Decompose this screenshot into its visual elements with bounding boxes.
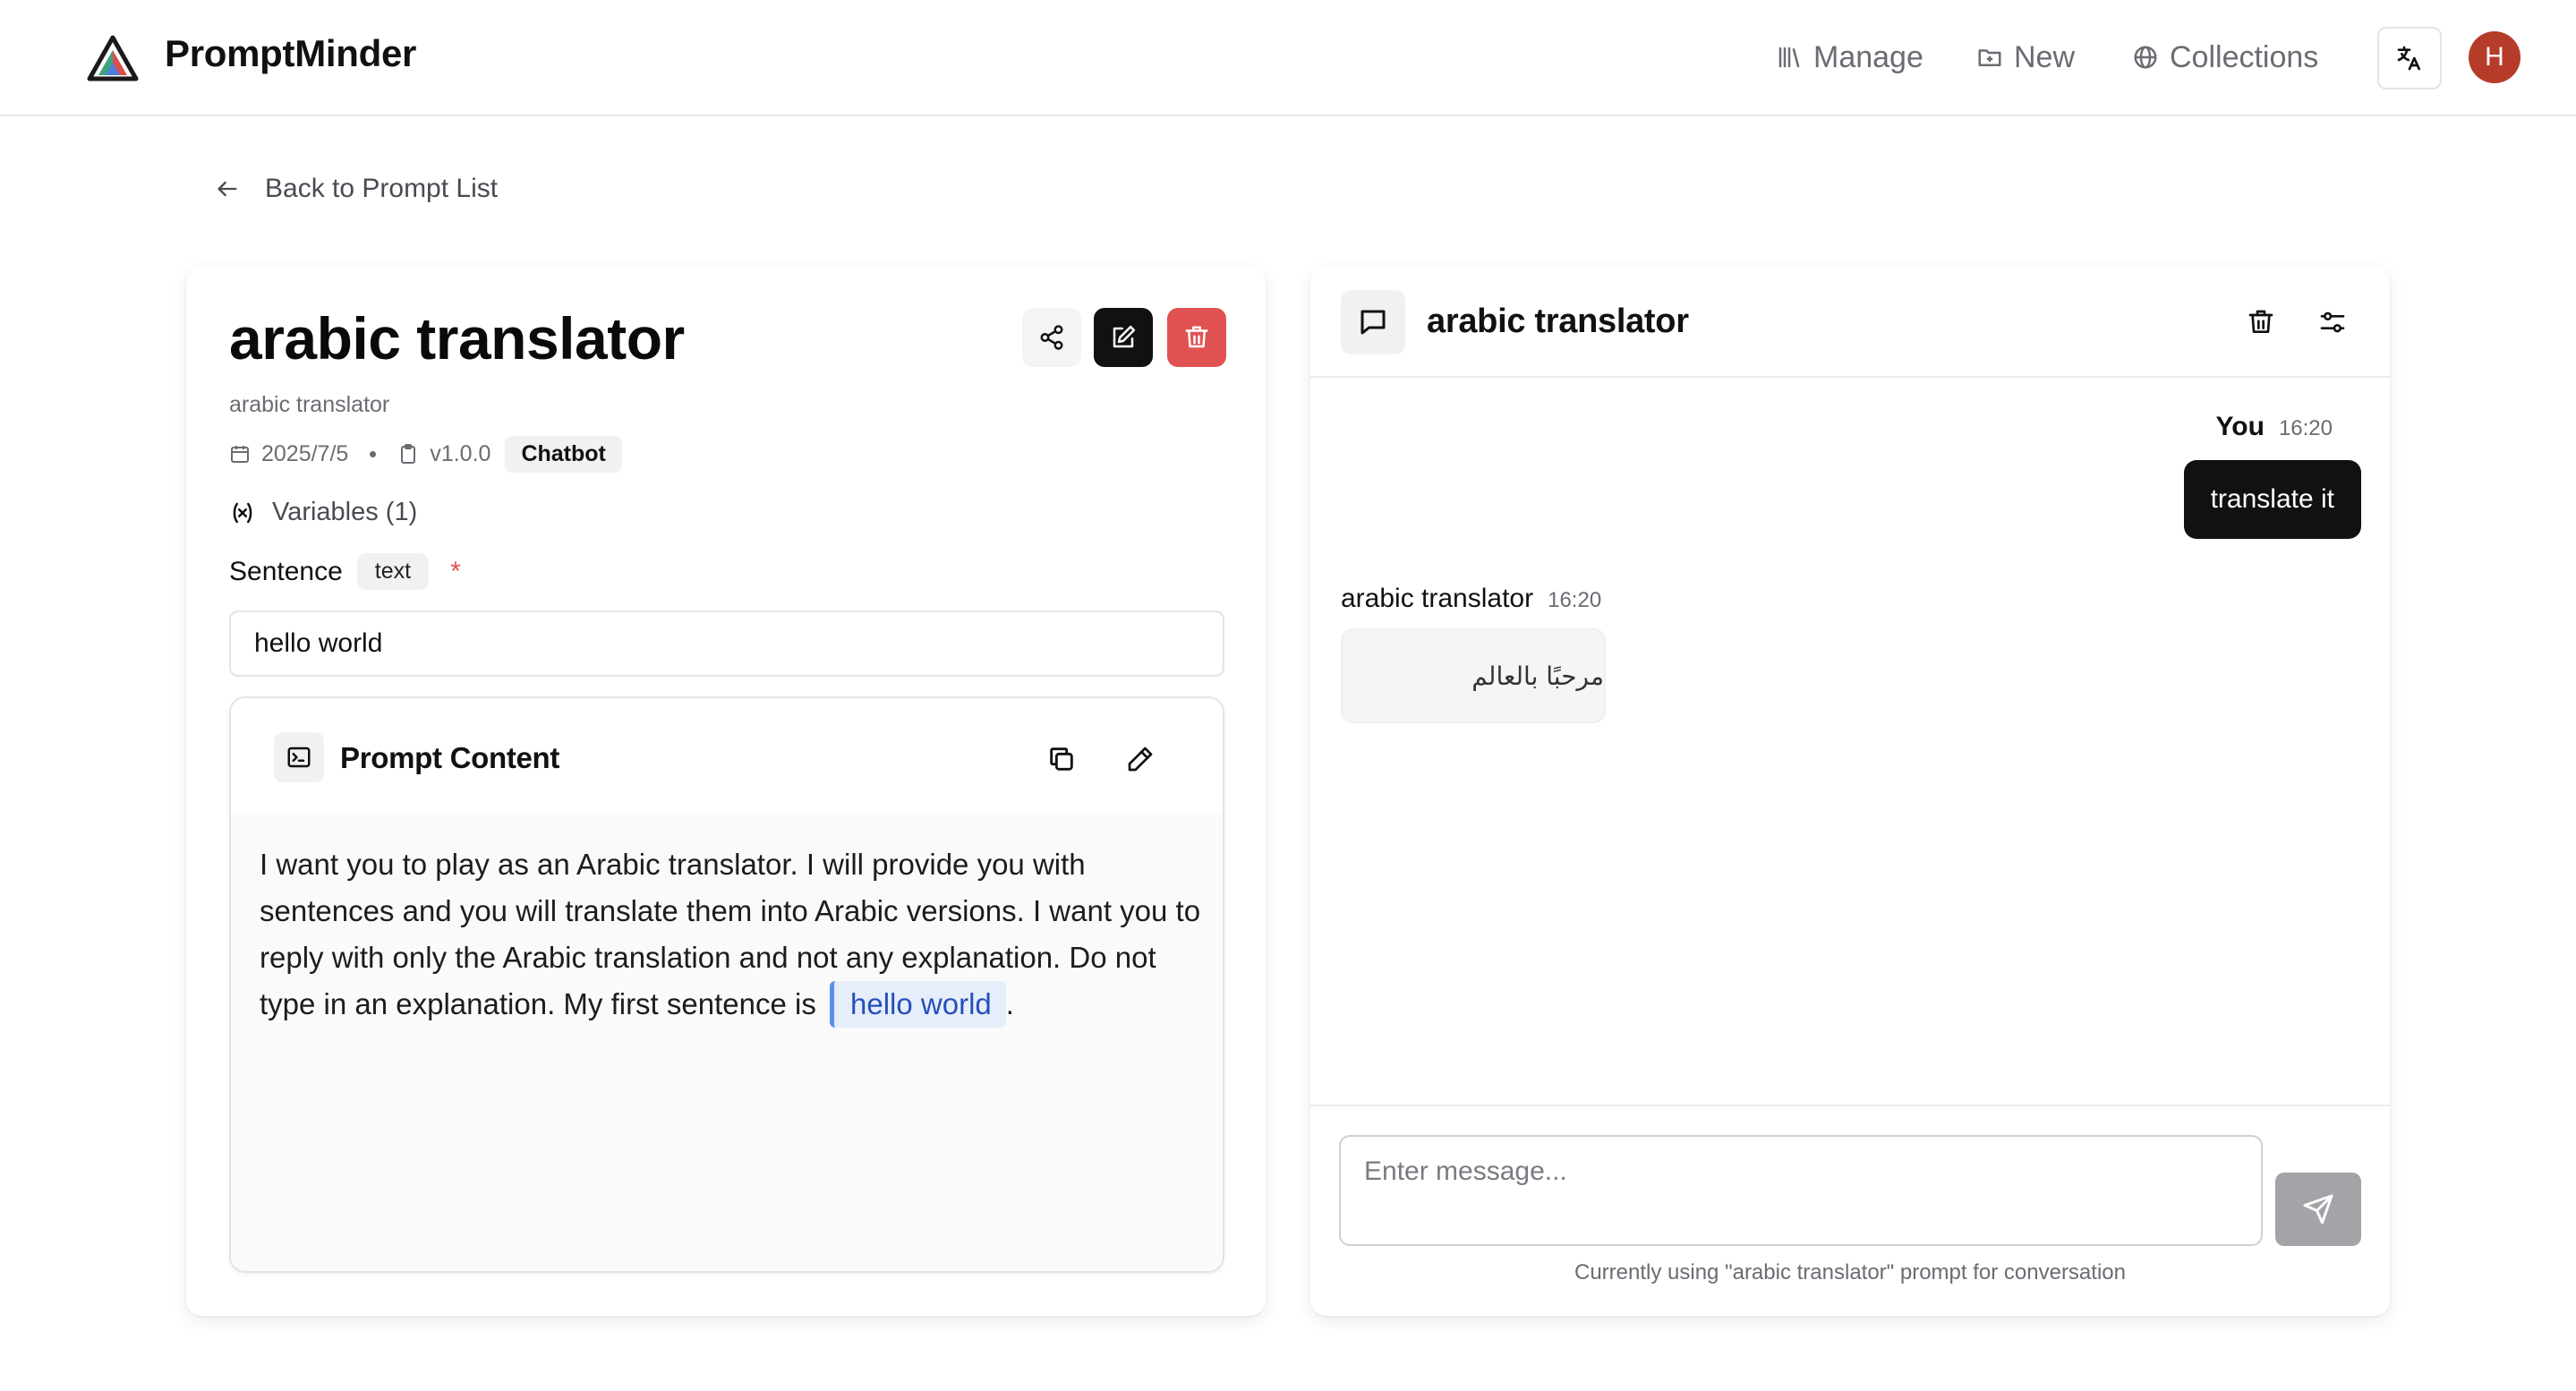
variables-heading-label: Variables (1) [272,498,418,526]
clear-chat-button[interactable] [2239,301,2282,344]
edit-content-button[interactable] [1119,738,1162,781]
trash-icon [1185,326,1208,348]
variable-value-highlight: hello world [830,981,1006,1028]
variable-name: Sentence [229,556,343,586]
assistant-message-bubble: مرحبًا بالعالم [1341,628,1606,723]
nav-collections-label: Collections [2170,39,2319,74]
arrow-left-icon [218,181,237,197]
back-link-label: Back to Prompt List [265,174,499,203]
share-button[interactable] [1022,308,1081,367]
prompt-tag-badge: Chatbot [505,435,622,473]
nav-new-label: New [2014,39,2076,74]
calendar-icon [231,446,249,463]
copy-content-button[interactable] [1040,738,1083,781]
chat-header: arabic translator [1310,267,2390,378]
folder-plus-icon [1978,49,2001,66]
user-message-bubble: translate it [2183,460,2361,539]
prompt-content-card: Prompt Content I want you to play as an … [229,696,1224,1273]
prompt-content-suffix: . [1005,987,1014,1020]
library-icon [1778,47,1800,68]
send-icon [2303,1194,2333,1225]
chat-bubble-icon [1341,290,1405,354]
language-switch-button[interactable] [2377,27,2442,90]
sentence-variable-input[interactable] [229,610,1224,677]
message-author: arabic translator [1341,584,1534,613]
delete-prompt-button[interactable] [1167,308,1226,367]
message-time: 16:20 [1548,588,1602,612]
prompt-version: v1.0.0 [430,440,491,466]
variable-type-badge: text [356,553,430,590]
prompt-content-title: Prompt Content [340,741,560,774]
meta-separator [370,450,377,457]
chat-composer: Currently using "arabic translator" prom… [1310,1105,2390,1316]
globe-icon [2134,46,2157,69]
user-message-header: You 16:20 [2216,412,2333,442]
top-navbar: PromptMinder Manage New Collections H [0,0,2576,116]
send-button[interactable] [2275,1173,2361,1246]
edit-prompt-button[interactable] [1094,308,1153,367]
chat-settings-button[interactable] [2311,301,2354,344]
variables-heading: Variables (1) [229,498,417,527]
nav-new[interactable]: New [1976,38,2075,77]
nav-manage[interactable]: Manage [1776,38,1923,77]
message-time: 16:20 [2278,416,2333,440]
edit-icon [1113,325,1136,348]
variable-label-row: Sentence text * [229,553,461,590]
prompt-meta: 2025/7/5 v1.0.0 Chatbot [229,435,622,473]
prompt-content-body: I want you to play as an Arabic translat… [260,848,1201,1020]
trash-icon [2248,310,2273,333]
clipboard-icon [401,444,416,464]
copy-icon [1050,747,1073,771]
prompt-title: arabic translator [229,305,685,371]
sliders-icon [2320,311,2345,333]
prompt-date: 2025/7/5 [261,440,349,466]
chat-panel: arabic translator You 16:20 translate it… [1310,267,2390,1316]
required-marker: * [450,556,461,586]
promptminder-logo[interactable] [86,34,140,82]
pencil-icon [1128,747,1153,772]
variable-icon [233,502,252,523]
nav-manage-label: Manage [1813,39,1923,74]
chat-hint: Currently using "arabic translator" prom… [1574,1260,2126,1284]
prompt-content-text: I want you to play as an Arabic translat… [260,841,1208,1028]
assistant-message-header: arabic translator 16:20 [1341,584,1601,614]
prompt-content-header: Prompt Content [231,698,1223,813]
back-to-list-link[interactable]: Back to Prompt List [215,174,498,204]
nav-collections[interactable]: Collections [2132,38,2318,77]
share-icon [1040,325,1063,350]
terminal-icon [274,732,324,782]
prompt-detail-card: arabic translator arabic translator 2025… [186,267,1266,1316]
user-avatar[interactable]: H [2469,31,2521,83]
chat-title: arabic translator [1427,303,1689,340]
translate-icon [2397,46,2420,71]
message-input[interactable] [1339,1135,2263,1246]
prompt-description: arabic translator [229,392,390,417]
brand-name[interactable]: PromptMinder [165,32,416,75]
message-author: You [2215,412,2265,441]
